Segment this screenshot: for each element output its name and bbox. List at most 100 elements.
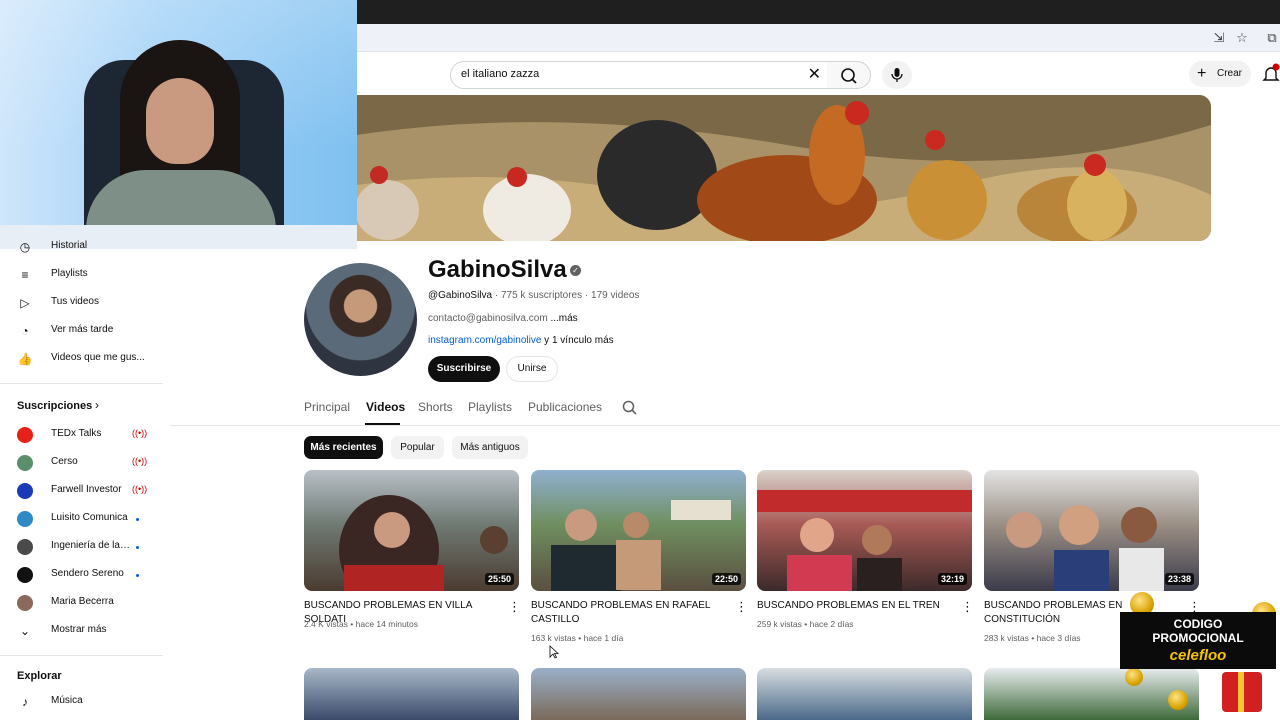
video-age: hace 2 días <box>809 619 854 629</box>
create-label: Crear <box>1217 68 1243 79</box>
sidebar-item-watch-later[interactable]: ◔ Ver más tarde <box>0 317 165 345</box>
promo-line-2: PROMOCIONAL <box>1152 631 1244 645</box>
music-note-icon: ♪ <box>22 695 28 709</box>
search-query[interactable]: el italiano zazza <box>461 68 539 80</box>
video-meta: 2.4 K vistas • hace 14 minutos <box>304 619 419 629</box>
video-thumbnail[interactable] <box>531 668 746 720</box>
video-meta: 163 k vistas • hace 1 día <box>531 633 624 643</box>
view-count: 163 k vistas <box>531 633 576 643</box>
show-more-button[interactable]: ⌄ Mostrar más <box>0 617 165 645</box>
tab-shorts[interactable]: Shorts <box>418 400 453 414</box>
sidebar-subscription[interactable]: Farwell Investor ((•)) <box>0 477 165 505</box>
new-content-dot <box>136 518 139 521</box>
sidebar-subscription[interactable]: TEDx Talks ((•)) <box>0 421 165 449</box>
more-options-icon[interactable]: ⋮ <box>735 600 748 614</box>
search-input[interactable]: el italiano zazza ✕ <box>450 61 828 89</box>
sidebar-subscription[interactable]: Maria Becerra <box>0 589 165 617</box>
plus-icon: + <box>1197 65 1207 82</box>
sidebar-item-label: Ver más tarde <box>51 324 114 335</box>
subscription-name: Farwell Investor <box>51 484 122 495</box>
channel-meta: @GabinoSilva · 775 k suscriptores · 179 … <box>428 290 640 301</box>
subscription-name: TEDx Talks <box>51 428 102 439</box>
history-icon: ◷ <box>19 240 31 254</box>
video-duration: 25:50 <box>484 573 514 585</box>
channel-search-icon[interactable] <box>621 399 639 422</box>
view-count: 283 k vistas <box>984 633 1029 643</box>
video-title[interactable]: BUSCANDO PROBLEMAS EN EL TREN <box>757 599 957 613</box>
promo-line-1: CODIGO <box>1173 617 1223 631</box>
sidebar-item-liked-videos[interactable]: 👍 Videos que me gus... <box>0 345 165 373</box>
video-thumbnail[interactable]: 25:50 <box>304 470 519 591</box>
video-title[interactable]: BUSCANDO PROBLEMAS EN RAFAEL CASTILLO <box>531 599 731 627</box>
liked-videos-icon: 👍 <box>17 352 33 366</box>
video-thumbnail[interactable] <box>304 668 519 720</box>
sidebar-subscription[interactable]: Luisito Comunica <box>0 505 165 533</box>
view-count: 2.4 K vistas <box>304 619 348 629</box>
channel-banner <box>357 95 1211 241</box>
video-age: hace 1 día <box>583 633 624 643</box>
tab-publicaciones[interactable]: Publicaciones <box>528 400 602 414</box>
bookmark-star-icon[interactable]: ☆ <box>1234 30 1250 46</box>
chip-oldest[interactable]: Más antiguos <box>452 436 528 459</box>
sidebar-subscription[interactable]: Cerso ((•)) <box>0 449 165 477</box>
channel-avatar <box>17 455 33 471</box>
video-duration: 22:50 <box>711 573 741 585</box>
your-videos-icon: ▷ <box>20 296 30 310</box>
channel-avatar-large[interactable] <box>304 263 417 376</box>
sidebar-item-music[interactable]: ♪ Música <box>0 688 165 716</box>
video-thumbnail[interactable] <box>984 668 1199 720</box>
clear-icon[interactable]: ✕ <box>808 65 821 85</box>
new-content-dot <box>136 546 139 549</box>
explore-title: Explorar <box>17 670 62 682</box>
subscription-name: Luisito Comunica <box>51 512 128 523</box>
tab-videos[interactable]: Videos <box>366 400 405 414</box>
sidebar-item-your-videos[interactable]: ▷ Tus videos <box>0 289 165 317</box>
search-icon <box>841 68 857 84</box>
sidebar-item-label: Tus videos <box>51 296 99 307</box>
verified-badge-icon: ✓ <box>570 265 581 276</box>
description-more-link[interactable]: ...más <box>550 313 577 324</box>
instagram-link[interactable]: instagram.com/gabinolive <box>428 335 541 346</box>
sidebar-divider <box>0 655 163 656</box>
tab-principal[interactable]: Principal <box>304 400 350 414</box>
video-thumbnail[interactable]: 32:19 <box>757 470 972 591</box>
video-duration: 23:38 <box>1164 573 1194 585</box>
subscription-name: Sendero Sereno <box>51 568 124 579</box>
video-age: hace 3 días <box>1036 633 1081 643</box>
promo-code-banner: CODIGO PROMOCIONAL celefloo <box>1120 612 1276 669</box>
video-thumbnail[interactable] <box>757 668 972 720</box>
sidebar-item-label: Playlists <box>51 268 88 279</box>
install-icon[interactable]: ⇲ <box>1211 30 1227 46</box>
search-button[interactable] <box>827 61 871 89</box>
sidebar-item-label: Música <box>51 695 83 706</box>
create-button[interactable]: + Crear <box>1189 61 1251 87</box>
more-options-icon[interactable]: ⋮ <box>508 600 521 614</box>
subscription-name: Maria Becerra <box>51 596 114 607</box>
video-count: 179 videos <box>591 290 640 301</box>
video-meta: 259 k vistas • hace 2 días <box>757 619 854 629</box>
gift-box-icon <box>1222 672 1262 712</box>
notifications-bell-icon[interactable] <box>1262 63 1280 85</box>
sidebar-item-history[interactable]: ◷ Historial <box>0 233 165 261</box>
playlist-icon: ≡ <box>21 268 29 282</box>
channel-description[interactable]: contacto@gabinosilva.com ...más <box>428 313 578 324</box>
chip-popular[interactable]: Popular <box>391 436 444 459</box>
more-options-icon[interactable]: ⋮ <box>961 600 974 614</box>
video-thumbnail[interactable]: 23:38 <box>984 470 1199 591</box>
tabs-divider <box>170 425 1280 426</box>
more-links[interactable]: y 1 vínculo más <box>544 335 613 346</box>
sidebar-subscription[interactable]: Ingeniería de la ... <box>0 533 165 561</box>
join-button[interactable]: Unirse <box>506 356 558 382</box>
sidebar-subscription[interactable]: Sendero Sereno <box>0 561 165 589</box>
description-text: contacto@gabinosilva.com <box>428 313 548 324</box>
tab-playlists[interactable]: Playlists <box>468 400 512 414</box>
subscriptions-header[interactable]: Suscripciones › <box>0 392 165 420</box>
video-thumbnail[interactable]: 22:50 <box>531 470 746 591</box>
channel-handle: @GabinoSilva <box>428 290 493 301</box>
chip-most-recent[interactable]: Más recientes <box>304 436 383 459</box>
sidebar-item-playlists[interactable]: ≡ Playlists <box>0 261 165 289</box>
extensions-icon[interactable]: ⧉ <box>1264 30 1280 46</box>
subscribe-button[interactable]: Suscribirse <box>428 356 500 382</box>
channel-avatar <box>17 483 33 499</box>
voice-search-button[interactable] <box>882 61 912 89</box>
